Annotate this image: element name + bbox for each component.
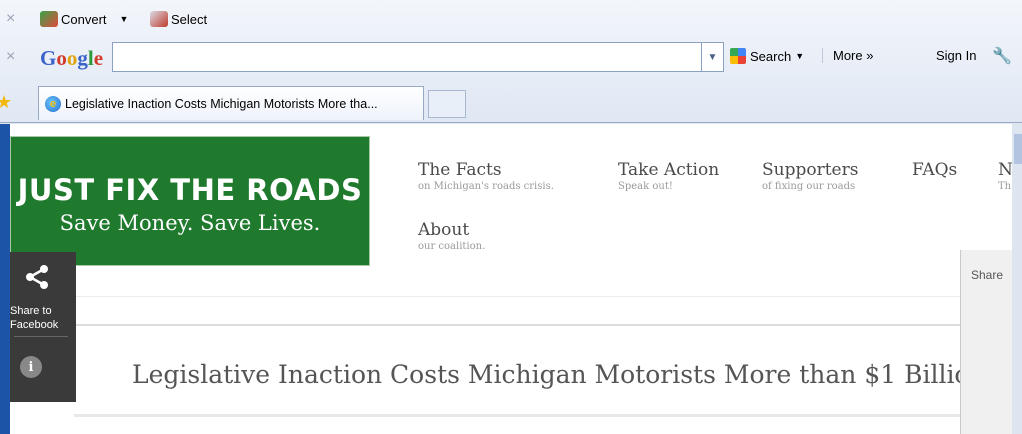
convert-button[interactable]: Convert ▼ bbox=[40, 11, 128, 27]
nav-label: The Facts bbox=[418, 160, 502, 180]
ie-icon: e bbox=[45, 95, 61, 112]
nav-label: FAQs bbox=[912, 160, 958, 180]
google-search-label: Search bbox=[750, 48, 792, 64]
scrollbar-thumb[interactable] bbox=[1014, 134, 1022, 164]
select-button[interactable]: Select bbox=[150, 11, 207, 27]
google-search-button[interactable]: Search ▼ bbox=[730, 48, 804, 64]
nav-item-the-facts[interactable]: The Facts on Michigan's roads crisis. bbox=[418, 160, 554, 192]
divider bbox=[14, 336, 68, 337]
share-sidebar: Share to Facebook i bbox=[10, 252, 76, 402]
nav-sublabel: Speak out! bbox=[618, 181, 673, 192]
nav-sublabel: of fixing our roads bbox=[762, 181, 856, 192]
nav-label: Take Action bbox=[618, 160, 720, 180]
nav-item-about[interactable]: About our coalition. bbox=[418, 220, 485, 252]
browser-chrome: × Convert ▼ Select × Google ▼ Search ▼ M… bbox=[0, 0, 1022, 124]
more-button[interactable]: More » bbox=[822, 48, 873, 63]
share-panel-label: Share bbox=[971, 268, 1004, 282]
search-dropdown-button[interactable]: ▼ bbox=[702, 42, 724, 72]
select-label: Select bbox=[171, 11, 208, 27]
sign-in-label: Sign In bbox=[936, 48, 977, 63]
wrench-icon[interactable]: 🔧 bbox=[992, 46, 1012, 66]
article-headline: Legislative Inaction Costs Michigan Moto… bbox=[132, 360, 970, 389]
chevron-down-icon: ▼ bbox=[707, 51, 718, 63]
favorites-star-icon[interactable]: ★ bbox=[0, 92, 12, 113]
logo-title: JUST FIX THE ROADS bbox=[17, 173, 363, 207]
nav-sublabel: our coalition. bbox=[418, 241, 486, 252]
tab-bar: ★ e Legislative Inaction Costs Michigan … bbox=[0, 84, 1022, 123]
convert-icon bbox=[40, 11, 58, 27]
close-toolbar-icon[interactable]: × bbox=[6, 48, 15, 66]
google-icon bbox=[730, 48, 746, 64]
divider bbox=[74, 414, 1022, 417]
nav-item-news[interactable]: N Th bbox=[998, 160, 1013, 192]
google-toolbar: × Google ▼ Search ▼ More » Sign In 🔧 bbox=[0, 38, 1022, 78]
tab-label: Legislative Inaction Costs Michigan Moto… bbox=[65, 96, 378, 111]
site-logo[interactable]: JUST FIX THE ROADS Save Money. Save Live… bbox=[10, 136, 370, 266]
nav-label: Supporters bbox=[762, 160, 859, 180]
web-page: JUST FIX THE ROADS Save Money. Save Live… bbox=[10, 124, 1022, 434]
google-logo: Google bbox=[40, 46, 104, 70]
nav-item-take-action[interactable]: Take Action Speak out! bbox=[618, 160, 719, 192]
nav-sublabel: on Michigan's roads crisis. bbox=[418, 181, 554, 192]
nav-label: About bbox=[418, 220, 470, 240]
vertical-scrollbar[interactable] bbox=[1012, 124, 1022, 434]
chevron-down-icon[interactable]: ▼ bbox=[120, 14, 129, 24]
share-icon[interactable] bbox=[24, 264, 50, 290]
logo-tagline: Save Money. Save Lives. bbox=[59, 211, 321, 235]
sign-in-link[interactable]: Sign In bbox=[936, 48, 976, 63]
command-toolbar: × Convert ▼ Select bbox=[0, 4, 1022, 34]
share-to-facebook-link[interactable]: Share to Facebook bbox=[10, 304, 76, 332]
info-icon[interactable]: i bbox=[20, 356, 42, 378]
tab-active[interactable]: e Legislative Inaction Costs Michigan Mo… bbox=[38, 86, 424, 120]
nav-label: N bbox=[998, 160, 1013, 180]
nav-item-faqs[interactable]: FAQs bbox=[912, 160, 957, 181]
close-toolbar-icon[interactable]: × bbox=[6, 10, 15, 28]
nav-sublabel: Th bbox=[998, 181, 1012, 192]
google-search-input[interactable] bbox=[112, 42, 702, 72]
divider bbox=[74, 296, 1022, 297]
more-label: More » bbox=[833, 48, 874, 63]
select-icon bbox=[150, 11, 168, 27]
nav-item-supporters[interactable]: Supporters of fixing our roads bbox=[762, 160, 858, 192]
new-tab-button[interactable] bbox=[428, 90, 466, 118]
divider bbox=[74, 324, 1022, 326]
chevron-down-icon[interactable]: ▼ bbox=[795, 51, 804, 61]
convert-label: Convert bbox=[61, 11, 107, 27]
